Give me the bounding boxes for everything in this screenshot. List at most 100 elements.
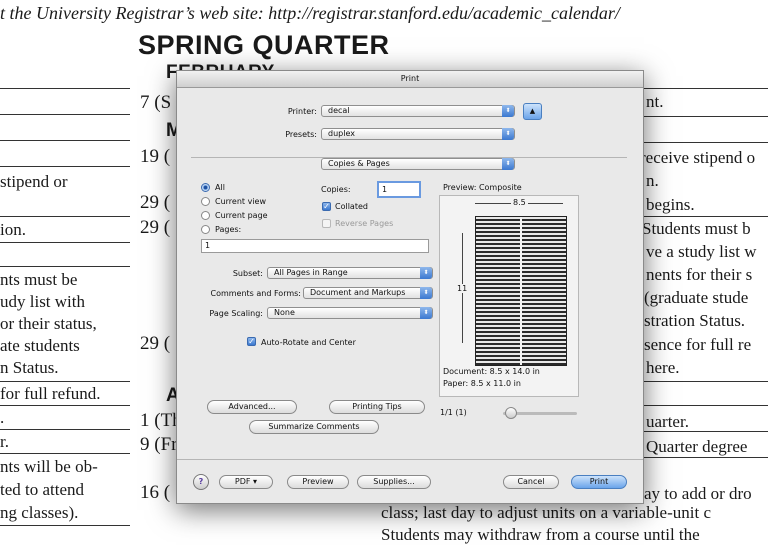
divider [0, 266, 130, 267]
divider [642, 381, 768, 382]
divider [0, 453, 130, 454]
question-mark-icon: ? [198, 477, 204, 486]
comments-forms-label: Comments and Forms: [210, 289, 301, 298]
reverse-pages-checkbox[interactable] [322, 219, 331, 228]
width-dimension-label: 8.5 [511, 198, 528, 207]
subset-label: Subset: [232, 269, 263, 278]
calendar-date: 19 ( [140, 146, 171, 167]
right-text-line: receive stipend o [640, 148, 756, 167]
pages-current-view-label: Current view [215, 197, 267, 206]
left-text-line: udy list with [0, 292, 86, 311]
page-scaling-label: Page Scaling: [209, 309, 263, 318]
preview-button[interactable]: Preview [287, 475, 349, 489]
pages-range-label: Pages: [215, 225, 242, 234]
updown-arrows-icon: ⬍ [420, 307, 432, 319]
page-thumbnail [475, 216, 567, 366]
right-text-line: here. [646, 358, 680, 377]
pages-all-radio[interactable] [201, 183, 210, 192]
presets-select[interactable]: duplex ⬍ [321, 128, 515, 140]
reverse-pages-label: Reverse Pages [335, 219, 394, 228]
cancel-button[interactable]: Cancel [503, 475, 559, 489]
printer-value: decal [328, 106, 350, 115]
divider [0, 405, 130, 406]
height-dimension-label: 11 [457, 284, 468, 293]
left-text-line: r. [0, 432, 9, 451]
updown-arrows-icon: ⬍ [502, 158, 514, 170]
dialog-title-bar[interactable]: Print [177, 71, 643, 88]
left-text-line: nts must be [0, 270, 78, 289]
left-text-line: for full refund. [0, 384, 101, 403]
pages-range-radio[interactable] [201, 225, 210, 234]
paper-size-text: Paper: 8.5 x 11.0 in [443, 379, 521, 388]
calendar-date: 29 ( [140, 333, 171, 354]
updown-arrows-icon: ⬍ [420, 287, 432, 299]
expand-dialog-button[interactable]: ▲ [523, 103, 542, 120]
right-text-line: ve a study list w [646, 242, 757, 261]
divider [642, 405, 768, 406]
pages-current-view-radio[interactable] [201, 197, 210, 206]
print-button[interactable]: Print [571, 475, 627, 489]
calendar-date: 29 ( [140, 192, 171, 213]
copies-input[interactable]: 1 [377, 181, 421, 198]
supplies-button[interactable]: Supplies... [357, 475, 431, 489]
left-text-line: ate students [0, 336, 80, 355]
updown-arrows-icon: ⬍ [502, 128, 514, 140]
left-text-line: nts will be ob- [0, 457, 98, 476]
subset-select[interactable]: All Pages in Range ⬍ [267, 267, 433, 279]
printing-tips-button[interactable]: Printing Tips [329, 400, 425, 414]
bottom-text-line: class; last day to adjust units on a var… [381, 503, 712, 522]
divider [642, 88, 768, 89]
divider [0, 140, 130, 141]
right-text-line: nents for their s [646, 265, 753, 284]
collated-checkbox[interactable]: ✓ [322, 202, 331, 211]
calendar-date: 29 ( [140, 217, 171, 238]
divider [0, 216, 130, 217]
comments-forms-value: Document and Markups [310, 288, 406, 297]
divider [0, 166, 130, 167]
spring-quarter-heading: SPRING QUARTER [138, 30, 390, 60]
left-text-line: or their status, [0, 314, 97, 333]
copies-label: Copies: [321, 185, 351, 194]
pane-value: Copies & Pages [328, 159, 390, 168]
page-slider-thumb[interactable] [505, 407, 517, 419]
calendar-date: 16 ( [140, 482, 171, 503]
divider [0, 381, 130, 382]
left-text-line: n Status. [0, 358, 59, 377]
printer-select[interactable]: decal ⬍ [321, 105, 515, 117]
auto-rotate-checkbox[interactable]: ✓ [247, 337, 256, 346]
pages-current-page-radio[interactable] [201, 211, 210, 220]
page-scaling-select[interactable]: None ⬍ [267, 307, 433, 319]
left-text-line: . [0, 408, 5, 427]
page-count-text: 1/1 (1) [440, 408, 467, 417]
pages-current-page-label: Current page [215, 211, 268, 220]
right-text-line: Quarter degree [646, 437, 748, 456]
left-text-line: ted to attend [0, 480, 85, 499]
right-text-line: nt. [646, 92, 664, 111]
thumbnail-gutter [520, 217, 522, 365]
pdf-menu-button[interactable]: PDF ▾ [219, 475, 273, 489]
printer-label: Printer: [287, 107, 317, 116]
divider [0, 88, 130, 89]
left-text-line: ion. [0, 220, 26, 239]
collated-label: Collated [335, 202, 368, 211]
left-text-line: stipend or [0, 172, 68, 191]
separator [177, 459, 643, 460]
presets-label: Presets: [285, 130, 317, 139]
registrar-url-line: t the University Registrar’s web site: h… [0, 3, 620, 23]
advanced-button[interactable]: Advanced... [207, 400, 297, 414]
pane-select[interactable]: Copies & Pages ⬍ [321, 158, 515, 170]
preview-label: Preview: Composite [443, 183, 522, 192]
right-text-line: uarter. [646, 412, 689, 431]
calendar-date: 7 (S [140, 92, 172, 113]
triangle-up-icon: ▲ [529, 107, 536, 115]
subset-value: All Pages in Range [274, 268, 348, 277]
dialog-title: Print [400, 74, 420, 83]
presets-value: duplex [328, 129, 355, 138]
print-dialog: Print Printer: decal ⬍ ▲ Presets: duplex… [176, 70, 644, 504]
pages-range-input[interactable]: 1 [201, 239, 429, 253]
updown-arrows-icon: ⬍ [502, 105, 514, 117]
help-button[interactable]: ? [193, 474, 209, 490]
comments-forms-select[interactable]: Document and Markups ⬍ [303, 287, 433, 299]
right-text-line: sence for full re [644, 335, 752, 354]
summarize-comments-button[interactable]: Summarize Comments [249, 420, 379, 434]
